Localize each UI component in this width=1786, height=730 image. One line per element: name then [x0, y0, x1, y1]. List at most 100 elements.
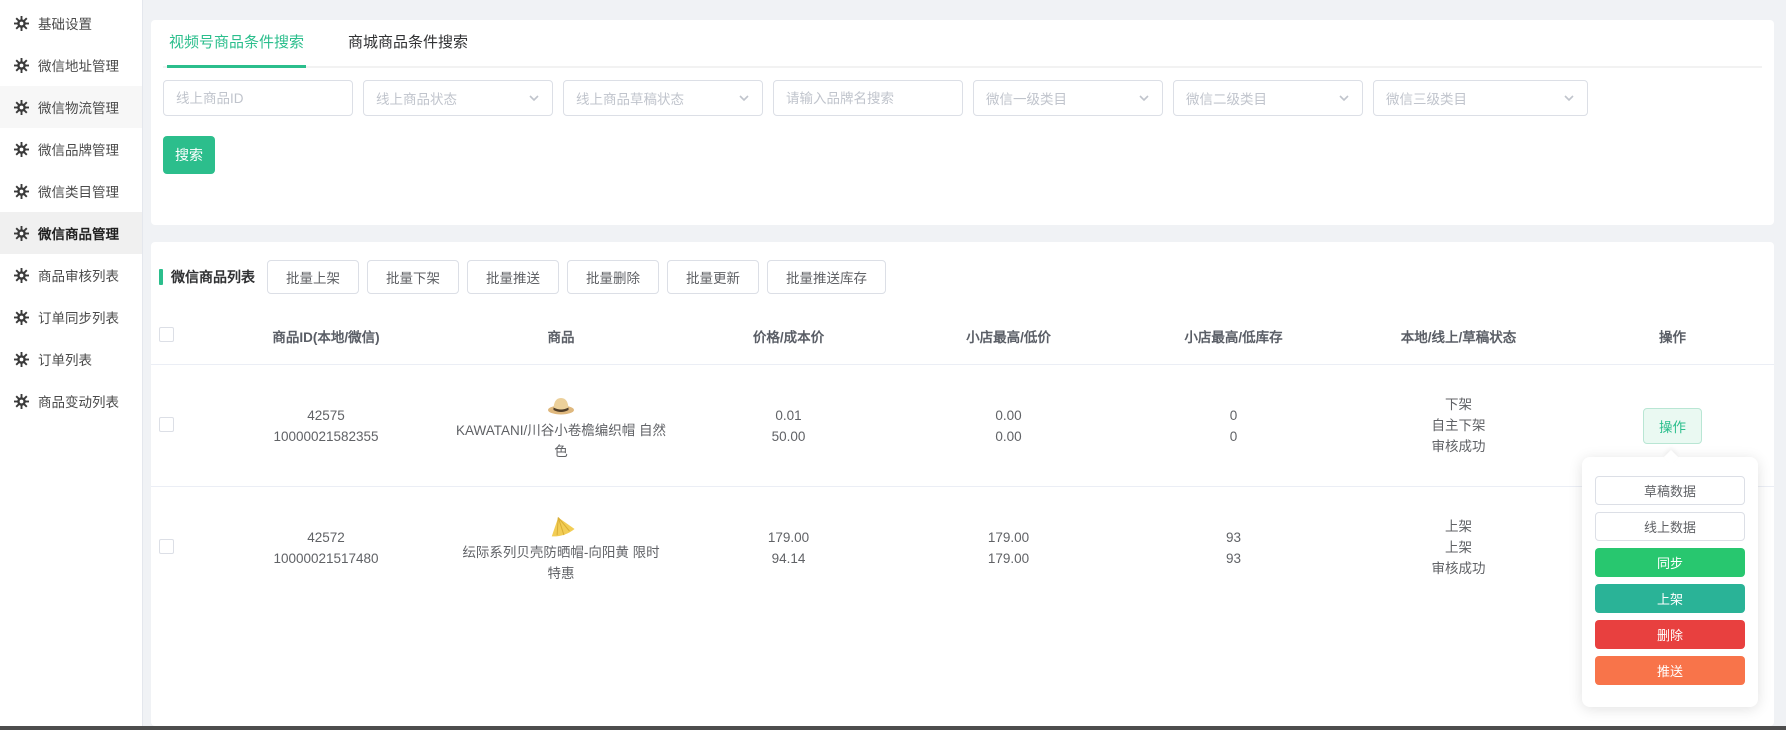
select-placeholder: 微信一级类目 — [986, 92, 1067, 107]
product-name: KAWATANI/川谷小卷檐编织帽 自然色 — [456, 422, 667, 459]
stock-high: 93 — [1225, 529, 1242, 545]
product-cell: 纭际系列贝壳防晒帽-向阳黄 限时特惠 — [441, 512, 681, 584]
column-header-shop-high-low-price: 小店最高/低价 — [966, 330, 1051, 345]
local-status: 上架 — [1445, 519, 1472, 534]
local-status: 下架 — [1445, 397, 1472, 412]
main-content: 视频号商品条件搜索 商城商品条件搜索 线上商品状态 线上商品草稿状态 微信一级类… — [151, 0, 1774, 730]
price-cost-cell: 179.00 94.14 — [681, 527, 896, 569]
product-cell: KAWATANI/川谷小卷檐编织帽 自然色 — [441, 390, 681, 462]
product-id-cell: 42575 10000021582355 — [211, 405, 441, 447]
sidebar-item-wechat-brand[interactable]: 微信品牌管理 — [0, 128, 142, 170]
status-cell: 下架 自主下架 审核成功 — [1346, 394, 1571, 457]
list-header: 微信商品列表 批量上架 批量下架 批量推送 批量删除 批量更新 批量推送库存 — [151, 242, 1774, 308]
product-id-cell: 42572 10000021517480 — [211, 527, 441, 569]
sidebar-item-basic-settings[interactable]: 基础设置 — [0, 2, 142, 44]
wechat-category-3-select[interactable]: 微信三级类目 — [1373, 80, 1588, 116]
gear-icon — [14, 100, 29, 115]
online-data-button[interactable]: 线上数据 — [1595, 512, 1745, 541]
page: 基础设置 微信地址管理 微信物流管理 微信品牌管理 微信类目管理 微信商品管理 … — [0, 0, 1786, 730]
shop-price-cell: 179.00 179.00 — [896, 527, 1121, 569]
gear-icon — [14, 58, 29, 73]
batch-delete-button[interactable]: 批量删除 — [567, 260, 659, 294]
table-row: 42575 10000021582355 KAWATANI/川谷小卷檐编织帽 自… — [151, 364, 1774, 486]
select-placeholder: 线上商品状态 — [376, 92, 457, 107]
batch-update-button[interactable]: 批量更新 — [667, 260, 759, 294]
wechat-category-1-select[interactable]: 微信一级类目 — [973, 80, 1163, 116]
stock-low: 0 — [1229, 428, 1238, 444]
product-name: 纭际系列贝壳防晒帽-向阳黄 限时特惠 — [462, 544, 660, 581]
select-placeholder: 微信二级类目 — [1186, 92, 1267, 107]
draft-data-button[interactable]: 草稿数据 — [1595, 476, 1745, 505]
gear-icon — [14, 268, 29, 283]
batch-push-stock-button[interactable]: 批量推送库存 — [767, 260, 886, 294]
sidebar-item-order-sync-list[interactable]: 订单同步列表 — [0, 296, 142, 338]
online-product-status-select[interactable]: 线上商品状态 — [363, 80, 553, 116]
sidebar-item-product-review-list[interactable]: 商品审核列表 — [0, 254, 142, 296]
online-product-id-input[interactable] — [163, 80, 353, 116]
shop-high-price: 0.00 — [995, 407, 1022, 423]
sidebar-item-order-list[interactable]: 订单列表 — [0, 338, 142, 380]
wechat-product-id: 10000021582355 — [273, 428, 379, 444]
tab-mall-product-search[interactable]: 商城商品条件搜索 — [346, 31, 470, 68]
section-accent-bar — [159, 269, 163, 285]
select-placeholder: 微信三级类目 — [1386, 92, 1467, 107]
sidebar-item-product-change-list[interactable]: 商品变动列表 — [0, 380, 142, 422]
online-status: 上架 — [1445, 540, 1472, 555]
draft-status: 审核成功 — [1431, 439, 1486, 454]
sidebar-item-label: 微信类目管理 — [38, 185, 119, 200]
row-action-button[interactable]: 操作 — [1643, 407, 1702, 444]
cost-value: 94.14 — [771, 550, 806, 566]
stock-high: 0 — [1229, 407, 1238, 423]
gear-icon — [14, 16, 29, 31]
sidebar-item-label: 基础设置 — [38, 17, 92, 32]
batch-push-button[interactable]: 批量推送 — [467, 260, 559, 294]
sidebar-item-label: 商品变动列表 — [38, 395, 119, 410]
search-button[interactable]: 搜索 — [163, 136, 215, 174]
online-draft-status-select[interactable]: 线上商品草稿状态 — [563, 80, 763, 116]
sync-button[interactable]: 同步 — [1595, 548, 1745, 577]
column-header-status: 本地/线上/草稿状态 — [1400, 330, 1517, 345]
cost-value: 50.00 — [771, 428, 806, 444]
shop-stock-cell: 93 93 — [1121, 527, 1346, 569]
gear-icon — [14, 394, 29, 409]
row-checkbox[interactable] — [159, 538, 174, 554]
sidebar-item-label: 微信商品管理 — [38, 227, 119, 242]
row-checkbox[interactable] — [159, 416, 174, 432]
wechat-category-2-select[interactable]: 微信二级类目 — [1173, 80, 1363, 116]
list-title: 微信商品列表 — [171, 269, 255, 285]
price-value: 179.00 — [767, 529, 810, 545]
batch-takedown-button[interactable]: 批量下架 — [367, 260, 459, 294]
stock-low: 93 — [1225, 550, 1242, 566]
online-status: 自主下架 — [1431, 418, 1486, 433]
column-header-product-id: 商品ID(本地/微信) — [272, 330, 380, 345]
sidebar-item-wechat-logistics[interactable]: 微信物流管理 — [0, 86, 142, 128]
push-button[interactable]: 推送 — [1595, 656, 1745, 685]
delete-button[interactable]: 删除 — [1595, 620, 1745, 649]
tab-channels-product-search[interactable]: 视频号商品条件搜索 — [167, 31, 307, 68]
product-image-shell-hat — [545, 512, 577, 540]
product-image-straw-hat — [545, 390, 577, 418]
gear-icon — [14, 226, 29, 241]
sidebar-item-label: 微信品牌管理 — [38, 143, 119, 158]
sidebar-item-label: 商品审核列表 — [38, 269, 119, 284]
putaway-button[interactable]: 上架 — [1595, 584, 1745, 613]
price-value: 0.01 — [775, 407, 802, 423]
table-header-row: 商品ID(本地/微信) 商品 价格/成本价 小店最高/低价 小店最高/低库存 本… — [151, 308, 1774, 364]
filter-row: 线上商品状态 线上商品草稿状态 微信一级类目 微信二级类目 微信三级类 — [163, 80, 1762, 116]
chevron-down-icon — [1338, 92, 1350, 104]
batch-putaway-button[interactable]: 批量上架 — [267, 260, 359, 294]
sidebar-item-wechat-product[interactable]: 微信商品管理 — [0, 212, 142, 254]
gear-icon — [14, 184, 29, 199]
brand-search-input[interactable] — [773, 80, 963, 116]
product-list-panel: 微信商品列表 批量上架 批量下架 批量推送 批量删除 批量更新 批量推送库存 商… — [151, 242, 1774, 726]
chevron-down-icon — [1563, 92, 1575, 104]
sidebar-item-wechat-address[interactable]: 微信地址管理 — [0, 44, 142, 86]
chevron-down-icon — [738, 92, 750, 104]
column-header-shop-high-low-stock: 小店最高/低库存 — [1184, 330, 1283, 345]
select-all-checkbox[interactable] — [159, 327, 174, 342]
sidebar-item-label: 订单同步列表 — [38, 311, 119, 326]
action-cell: 操作 — [1571, 407, 1774, 444]
sidebar-item-wechat-category[interactable]: 微信类目管理 — [0, 170, 142, 212]
select-placeholder: 线上商品草稿状态 — [576, 92, 684, 107]
bottom-window-edge — [0, 726, 1786, 730]
